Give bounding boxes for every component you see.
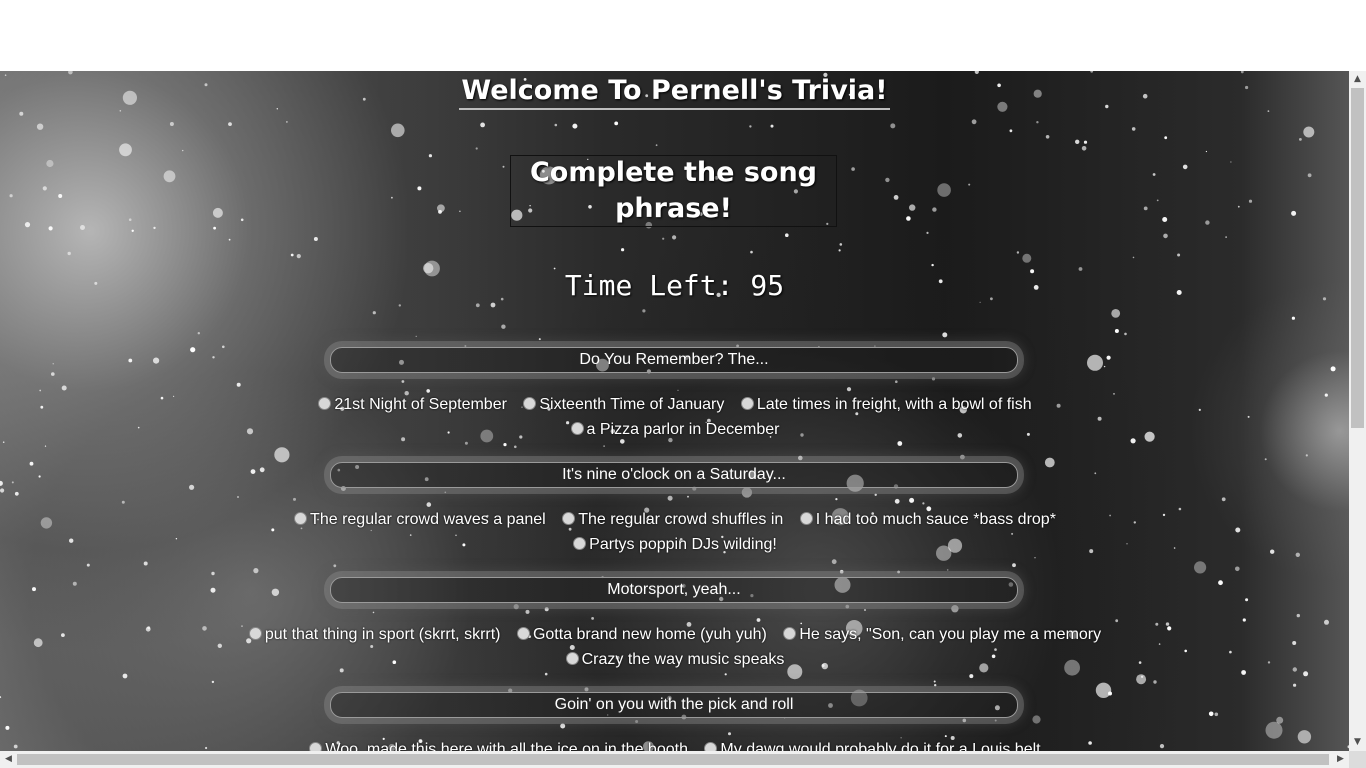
answer-label: put that thing in sport (skrrt, skrrt) [264,626,501,643]
radio-button[interactable] [516,627,530,640]
answer-option[interactable]: The regular crowd waves a panel [294,507,546,532]
answer-group: put that thing in sport (skrrt, skrrt) G… [200,622,1150,672]
answer-option[interactable]: Crazy the way music speaks [565,647,785,672]
trivia-content: Welcome To Pernell's Trivia! Complete th… [0,71,1349,751]
answer-option[interactable]: 21st Night of September [318,392,507,417]
answer-group: Woo, made this here with all the ice on … [200,737,1150,751]
radio-button[interactable] [562,512,576,525]
answer-option[interactable]: Partys poppin DJs wilding! [573,532,777,557]
answer-option[interactable]: He says, "Son, can you play me a memory [783,622,1101,647]
scroll-left-icon[interactable]: ◀ [0,751,17,768]
answer-label: My dawg would probably do it for a Louis… [720,741,1041,751]
horizontal-scrollbar[interactable]: ◀ ▶ [0,751,1349,768]
answer-label: a Pizza parlor in December [586,421,780,438]
answer-label: Late times in freight, with a bowl of fi… [756,396,1032,413]
answer-label: Gotta brand new home (yuh yuh) [532,626,767,643]
subtitle-box: Complete the song phrase! [510,155,837,227]
vertical-scrollbar[interactable]: ▲ ▼ [1349,71,1366,751]
page-viewport: Welcome To Pernell's Trivia! Complete th… [0,71,1349,751]
scrollbar-corner [1349,751,1366,768]
answer-option[interactable]: Late times in freight, with a bowl of fi… [740,392,1032,417]
answer-option[interactable]: a Pizza parlor in December [570,417,780,442]
radio-button[interactable] [570,422,584,435]
radio-button[interactable] [294,512,308,525]
page-title: Welcome To Pernell's Trivia! [0,75,1349,110]
question-prompt: Do You Remember? The... [330,347,1018,373]
question-prompt: Motorsport, yeah... [330,577,1018,603]
radio-button[interactable] [309,742,323,751]
answer-label: Partys poppin DJs wilding! [589,536,777,553]
horizontal-scroll-thumb[interactable] [17,754,1329,765]
page-title-text: Welcome To Pernell's Trivia! [459,75,890,110]
scroll-up-icon[interactable]: ▲ [1349,71,1366,88]
radio-button[interactable] [799,512,813,525]
radio-button[interactable] [573,537,587,550]
answer-group: 21st Night of September Sixteenth Time o… [200,392,1150,442]
question-prompt: It's nine o'clock on a Saturday... [330,462,1018,488]
answer-option[interactable]: Sixteenth Time of January [523,392,724,417]
question-prompt: Goin' on you with the pick and roll [330,692,1018,718]
radio-button[interactable] [740,397,754,410]
radio-button[interactable] [248,627,262,640]
radio-button[interactable] [318,397,332,410]
answer-label: Sixteenth Time of January [539,396,725,413]
answer-label: Woo, made this here with all the ice on … [325,741,688,751]
answer-option[interactable]: I had too much sauce *bass drop* [799,507,1056,532]
radio-button[interactable] [523,397,537,410]
answer-option[interactable]: My dawg would probably do it for a Louis… [704,737,1041,751]
scroll-right-icon[interactable]: ▶ [1332,751,1349,768]
subtitle-text: Complete the song phrase! [529,157,818,224]
answer-label: He says, "Son, can you play me a memory [799,626,1102,643]
answer-option[interactable]: put that thing in sport (skrrt, skrrt) [248,622,501,647]
answer-label: Crazy the way music speaks [581,651,785,668]
scroll-down-icon[interactable]: ▼ [1349,734,1366,751]
answer-label: The regular crowd shuffles in [578,511,784,528]
radio-button[interactable] [704,742,718,751]
radio-button[interactable] [565,652,579,665]
answer-group: The regular crowd waves a panel The regu… [200,507,1150,557]
answer-option[interactable]: Gotta brand new home (yuh yuh) [516,622,767,647]
vertical-scroll-thumb[interactable] [1351,88,1364,428]
answer-label: 21st Night of September [334,396,507,413]
radio-button[interactable] [783,627,797,640]
answer-label: I had too much sauce *bass drop* [815,511,1056,528]
answer-option[interactable]: The regular crowd shuffles in [562,507,783,532]
browser-top-area [0,0,1366,71]
answer-label: The regular crowd waves a panel [310,511,546,528]
timer-display: Time Left: 95 [564,269,785,302]
answer-option[interactable]: Woo, made this here with all the ice on … [309,737,688,751]
